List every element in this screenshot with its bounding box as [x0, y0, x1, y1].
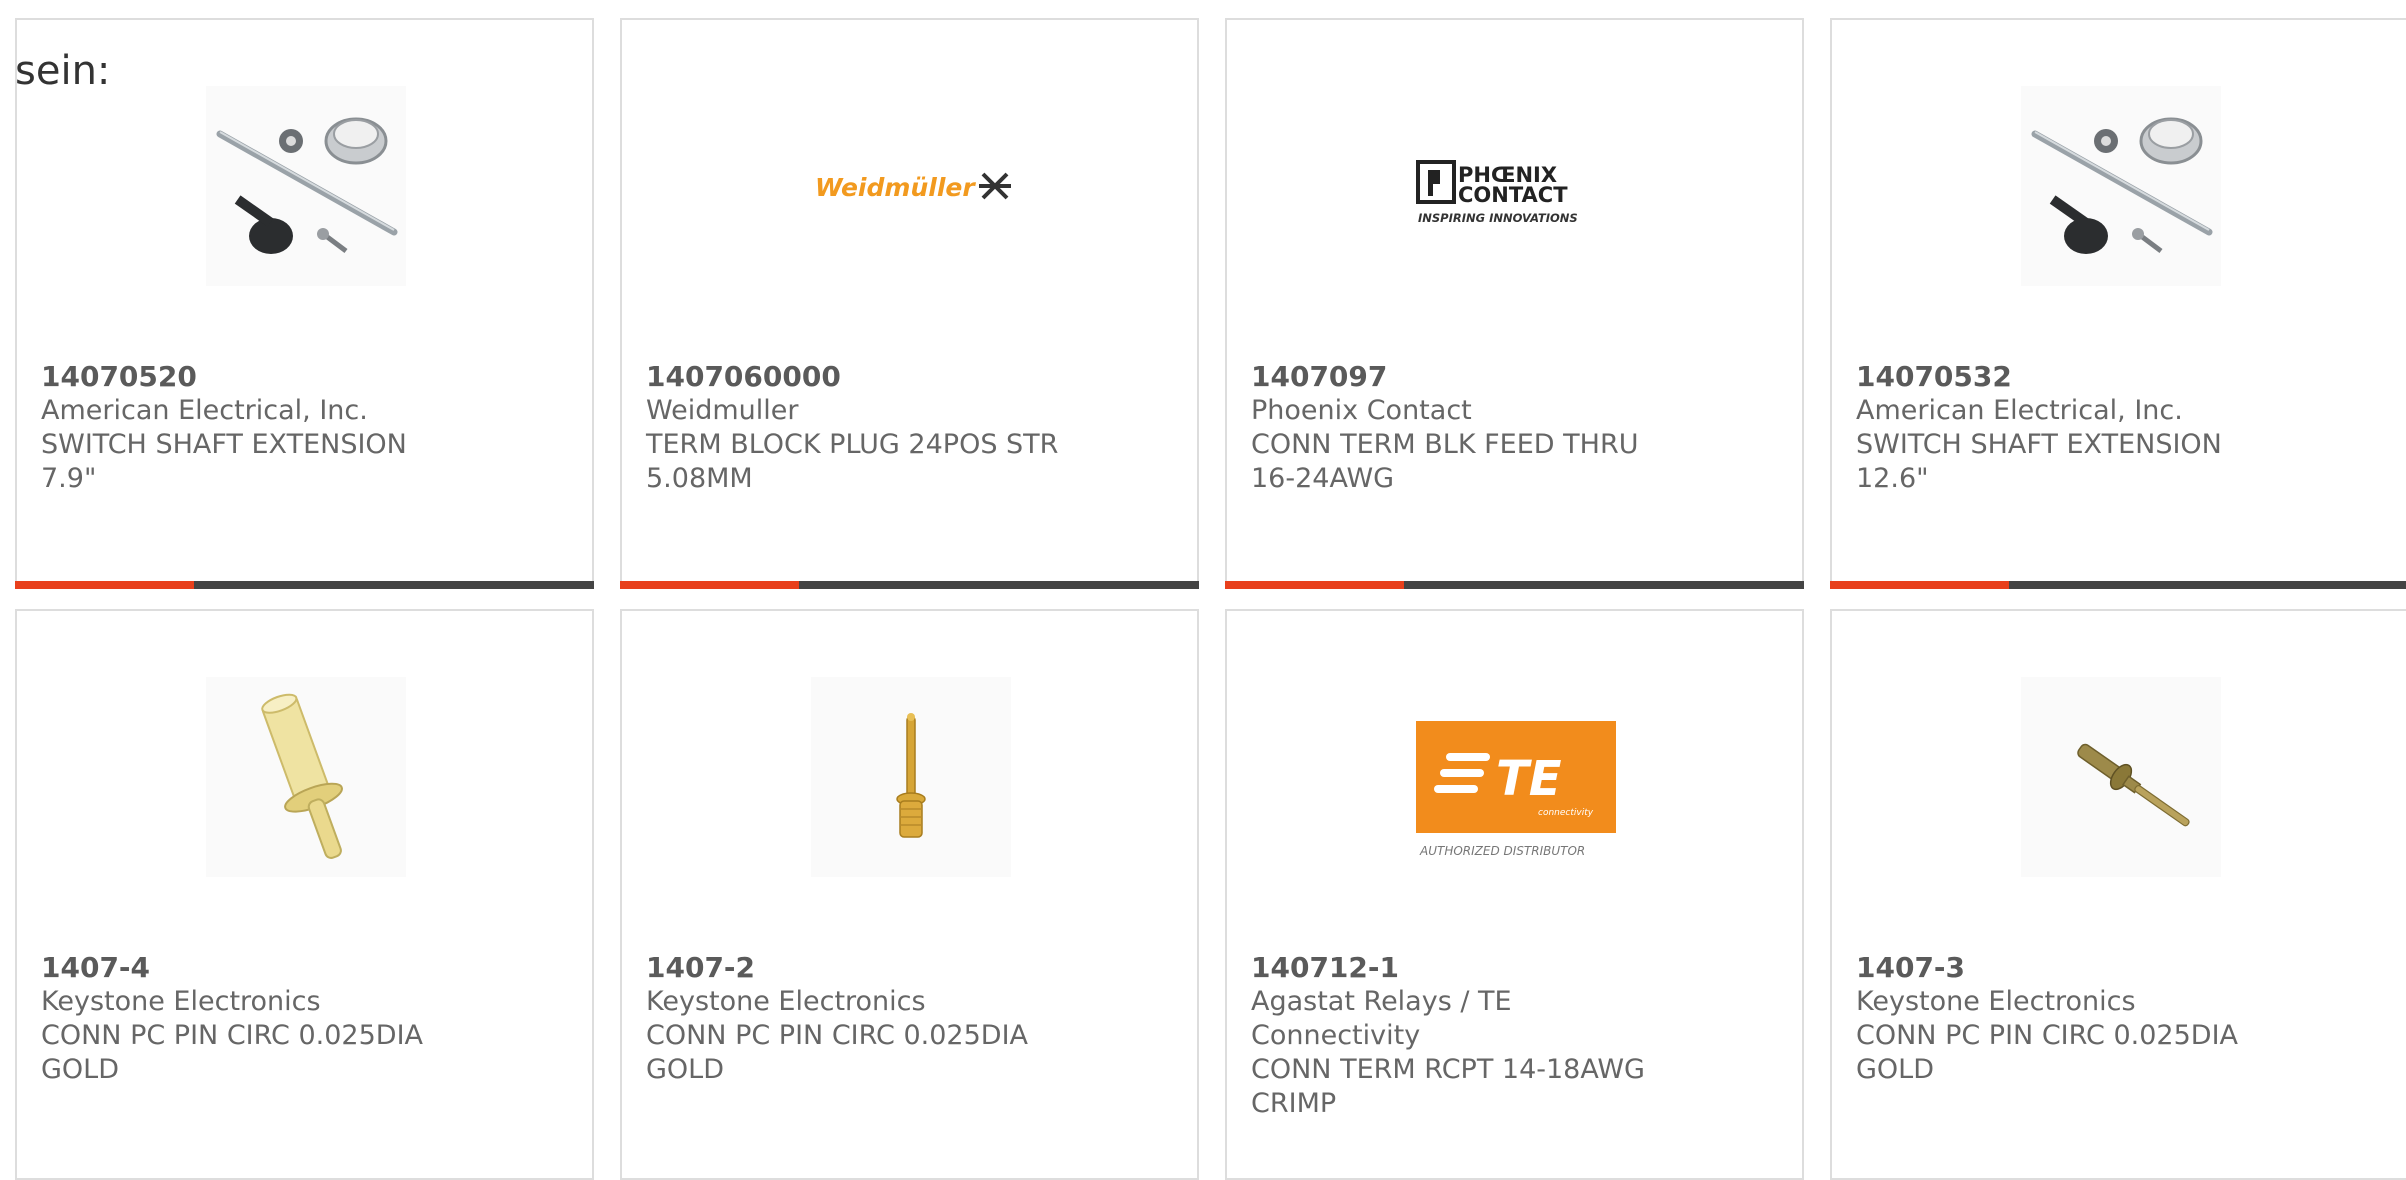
- product-card[interactable]: Weidmüller 1407060000 Weidmuller TERM BL…: [620, 18, 1199, 589]
- manufacturer: American Electrical, Inc.: [41, 395, 368, 426]
- switch-shaft-extension-kit-icon: [2021, 86, 2221, 286]
- progress-bar: [15, 581, 594, 589]
- manufacturer: Keystone Electronics: [646, 986, 926, 1017]
- gold-pc-pin-large-icon: [206, 677, 406, 877]
- svg-text:AUTHORIZED DISTRIBUTOR: AUTHORIZED DISTRIBUTOR: [1419, 844, 1585, 858]
- manufacturer: Phoenix Contact: [1251, 395, 1472, 426]
- gold-pc-pin-vertical-icon: [811, 677, 1011, 877]
- part-number[interactable]: 1407-3: [1856, 951, 2276, 985]
- manufacturer: Weidmuller: [646, 395, 799, 426]
- manufacturer: American Electrical, Inc.: [1856, 395, 2183, 426]
- description: SWITCH SHAFT EXTENSION 12.6": [1856, 429, 2222, 494]
- progress-bar: [620, 581, 1199, 589]
- progress-bar: [1830, 581, 2406, 589]
- part-number[interactable]: 140712-1: [1251, 951, 1671, 985]
- description: TERM BLOCK PLUG 24POS STR 5.08MM: [646, 429, 1059, 494]
- progress-fill: [1830, 581, 2010, 589]
- progress-fill: [620, 581, 800, 589]
- manufacturer: Keystone Electronics: [1856, 986, 2136, 1017]
- te-connectivity-logo: TE connectivity AUTHORIZED DISTRIBUTOR: [1416, 677, 1616, 877]
- svg-text:TE: TE: [1496, 751, 1562, 807]
- page-heading: sein:: [15, 48, 111, 94]
- product-card[interactable]: 14070532 American Electrical, Inc. SWITC…: [1830, 18, 2406, 589]
- part-number[interactable]: 14070520: [41, 360, 461, 394]
- switch-shaft-extension-kit-icon: [206, 86, 406, 286]
- part-number[interactable]: 1407-4: [41, 951, 461, 985]
- weidmuller-logo: Weidmüller: [811, 86, 1011, 286]
- product-card[interactable]: 14070520 American Electrical, Inc. SWITC…: [15, 18, 594, 589]
- product-card[interactable]: 1407-3 Keystone Electronics CONN PC PIN …: [1830, 609, 2406, 1180]
- description: CONN PC PIN CIRC 0.025DIA GOLD: [41, 1020, 424, 1085]
- product-card[interactable]: 1407-2 Keystone Electronics CONN PC PIN …: [620, 609, 1199, 1180]
- manufacturer: Keystone Electronics: [41, 986, 321, 1017]
- description: CONN TERM RCPT 14-18AWG CRIMP: [1251, 1054, 1645, 1119]
- part-number[interactable]: 1407-2: [646, 951, 1066, 985]
- svg-text:INSPIRING INNOVATIONS: INSPIRING INNOVATIONS: [1418, 211, 1578, 225]
- part-number[interactable]: 1407060000: [646, 360, 1066, 394]
- gold-pc-pin-diagonal-icon: [2021, 677, 2221, 877]
- part-number[interactable]: 1407097: [1251, 360, 1671, 394]
- description: SWITCH SHAFT EXTENSION 7.9": [41, 429, 407, 494]
- description: CONN TERM BLK FEED THRU 16-24AWG: [1251, 429, 1639, 494]
- phoenix-contact-logo: PHŒNIX CONTACT INSPIRING INNOVATIONS: [1416, 86, 1616, 286]
- progress-fill: [15, 581, 195, 589]
- manufacturer: Agastat Relays / TE Connectivity: [1251, 986, 1512, 1051]
- svg-text:connectivity: connectivity: [1538, 808, 1594, 818]
- product-card[interactable]: 1407-4 Keystone Electronics CONN PC PIN …: [15, 609, 594, 1180]
- product-card[interactable]: TE connectivity AUTHORIZED DISTRIBUTOR 1…: [1225, 609, 1804, 1180]
- progress-fill: [1225, 581, 1405, 589]
- description: CONN PC PIN CIRC 0.025DIA GOLD: [646, 1020, 1029, 1085]
- part-number[interactable]: 14070532: [1856, 360, 2276, 394]
- svg-text:CONTACT: CONTACT: [1458, 183, 1568, 207]
- description: CONN PC PIN CIRC 0.025DIA GOLD: [1856, 1020, 2239, 1085]
- svg-text:Weidmüller: Weidmüller: [815, 173, 976, 202]
- product-card[interactable]: PHŒNIX CONTACT INSPIRING INNOVATIONS 140…: [1225, 18, 1804, 589]
- product-grid: 14070520 American Electrical, Inc. SWITC…: [15, 18, 2406, 1180]
- progress-bar: [1225, 581, 1804, 589]
